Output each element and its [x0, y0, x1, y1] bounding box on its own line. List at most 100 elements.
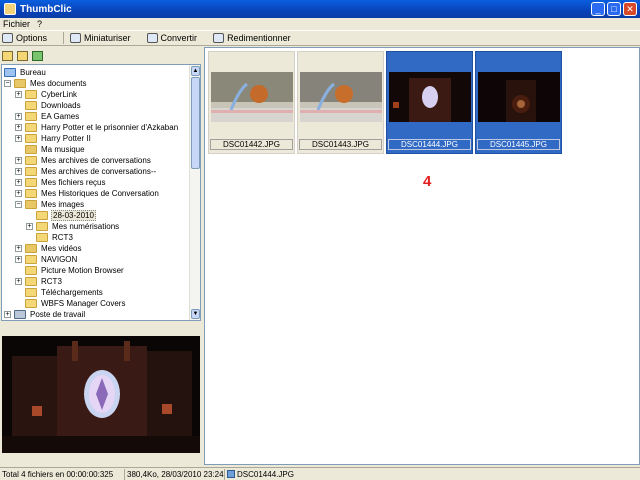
expand-icon[interactable]: +: [15, 278, 22, 285]
title-bar: ThumbClic _ □ ✕: [0, 0, 640, 18]
expand-icon[interactable]: +: [15, 190, 22, 197]
thumbnail-image: [389, 72, 471, 122]
tree-item-historiques[interactable]: + Mes Historiques de Conversation: [15, 188, 160, 199]
thumbnail-item[interactable]: DSC01442.JPG: [208, 51, 295, 154]
thumbnail-image: [478, 72, 560, 122]
tree-item-rct3-images[interactable]: RCT3: [36, 232, 74, 243]
expand-icon[interactable]: +: [15, 113, 22, 120]
folder-icon: [25, 90, 37, 99]
scroll-up-icon[interactable]: ▲: [191, 66, 200, 76]
redimensionner-button[interactable]: Redimentionner: [213, 33, 291, 43]
folder-icon: [25, 189, 37, 198]
expand-icon[interactable]: +: [4, 311, 11, 318]
folder-icon: [36, 233, 48, 242]
expand-icon[interactable]: +: [26, 223, 33, 230]
status-info: 380,4Ko, 28/03/2010 23:24:02: [127, 468, 225, 480]
window-title: ThumbClic: [20, 3, 72, 15]
toolbar: Options Miniaturiser Convertir Redimenti…: [0, 30, 640, 46]
folder-icon: [25, 277, 37, 286]
preview-image: [2, 336, 200, 453]
tree-item-archives-conversations-2[interactable]: + Mes archives de conversations--: [15, 166, 157, 177]
pictures-folder-icon: [25, 200, 37, 209]
expand-icon[interactable]: +: [15, 124, 22, 131]
tree-item-cyberlink[interactable]: + CyberLink: [15, 89, 78, 100]
expand-icon[interactable]: +: [15, 157, 22, 164]
expand-icon[interactable]: +: [15, 135, 22, 142]
thumbnail-caption: DSC01444.JPG: [388, 139, 471, 150]
tree-item-mes-documents[interactable]: − Mes documents: [4, 78, 87, 89]
expand-icon[interactable]: +: [15, 91, 22, 98]
file-count: 4: [423, 173, 432, 190]
refresh-icon[interactable]: [32, 50, 43, 61]
delete-folder-icon[interactable]: [17, 50, 28, 61]
tree-item-wbfs-manager-covers[interactable]: WBFS Manager Covers: [25, 298, 126, 309]
tree-item-rct3[interactable]: + RCT3: [15, 276, 63, 287]
close-button[interactable]: ✕: [623, 2, 637, 16]
folder-icon: [25, 123, 37, 132]
desktop-icon: [4, 68, 16, 77]
music-folder-icon: [25, 145, 37, 154]
tree-item-fichiers-recus[interactable]: + Mes fichiers reçus: [15, 177, 106, 188]
folder-icon: [25, 288, 37, 297]
menu-fichier[interactable]: Fichier: [3, 19, 30, 29]
status-file: DSC01444.JPG: [225, 469, 640, 480]
tree-toolbar: [0, 47, 201, 64]
thumbnail-caption: DSC01442.JPG: [210, 139, 293, 150]
tree-item-downloads[interactable]: Downloads: [25, 100, 82, 111]
thumbnail-caption: DSC01445.JPG: [477, 139, 560, 150]
thumbnail-item-selected[interactable]: DSC01444.JPG: [386, 51, 473, 154]
folder-icon: [25, 101, 37, 110]
convertir-button[interactable]: Convertir: [146, 33, 197, 43]
convert-icon: [146, 33, 158, 43]
folder-icon: [25, 167, 37, 176]
new-folder-icon[interactable]: [2, 50, 13, 61]
thumbnail-icon: [70, 33, 82, 43]
thumbnail-caption: DSC01443.JPG: [299, 139, 382, 150]
thumbnail-pane[interactable]: DSC01442.JPG DSC01443.JPG DSC01444.JPG D…: [204, 47, 640, 465]
scrollbar-thumb[interactable]: [191, 77, 200, 169]
resize-icon: [213, 33, 225, 43]
expand-icon[interactable]: +: [15, 179, 22, 186]
tree-scrollbar[interactable]: ▲ ▼: [189, 65, 200, 320]
tree-item-mes-images[interactable]: − Mes images: [15, 199, 85, 210]
expand-icon[interactable]: +: [15, 168, 22, 175]
maximize-button[interactable]: □: [607, 2, 621, 16]
tree-item-telechargements[interactable]: Téléchargements: [25, 287, 104, 298]
folder-icon: [25, 255, 37, 264]
tree-item-mes-videos[interactable]: + Mes vidéos: [15, 243, 82, 254]
folder-tree[interactable]: Bureau − Mes documents + CyberLink Downl…: [1, 64, 201, 321]
expand-icon[interactable]: +: [15, 256, 22, 263]
thumbnail-item[interactable]: DSC01443.JPG: [297, 51, 384, 154]
menu-help[interactable]: ?: [37, 19, 42, 29]
folder-icon: [14, 79, 26, 88]
app-icon: [4, 3, 16, 15]
status-total: Total 4 fichiers en 00:00:00:325: [0, 468, 125, 480]
tree-item-ea-games[interactable]: + EA Games: [15, 111, 80, 122]
collapse-icon[interactable]: −: [4, 80, 11, 87]
tree-item-poste-de-travail[interactable]: + Poste de travail: [4, 309, 86, 320]
tree-item-archives-conversations[interactable]: + Mes archives de conversations: [15, 155, 152, 166]
options-button[interactable]: Options: [2, 33, 47, 43]
tree-item-ma-musique[interactable]: Ma musique: [25, 144, 86, 155]
pane-splitter[interactable]: [0, 322, 202, 336]
tree-item-bureau[interactable]: Bureau: [4, 67, 47, 78]
tree-item-navigon[interactable]: + NAVIGON: [15, 254, 78, 265]
thumbnail-image: [211, 72, 293, 122]
open-folder-icon: [36, 211, 48, 220]
folder-icon: [25, 178, 37, 187]
thumbnail-item-selected[interactable]: DSC01445.JPG: [475, 51, 562, 154]
tree-item-28-03-2010[interactable]: 28-03-2010: [36, 210, 96, 221]
image-preview: [2, 336, 200, 453]
computer-icon: [14, 310, 26, 319]
folder-icon: [25, 266, 37, 275]
minimize-button[interactable]: _: [591, 2, 605, 16]
tree-item-harry-potter-azkaban[interactable]: + Harry Potter et le prisonnier d'Azkaba…: [15, 122, 179, 133]
tree-item-picture-motion-browser[interactable]: Picture Motion Browser: [25, 265, 125, 276]
scroll-down-icon[interactable]: ▼: [191, 309, 200, 319]
miniaturiser-button[interactable]: Miniaturiser: [70, 33, 131, 43]
tree-item-numerisations[interactable]: + Mes numérisations: [26, 221, 120, 232]
folder-icon: [25, 156, 37, 165]
collapse-icon[interactable]: −: [15, 201, 22, 208]
expand-icon[interactable]: +: [15, 245, 22, 252]
tree-item-harry-potter-ii[interactable]: + Harry Potter II: [15, 133, 92, 144]
